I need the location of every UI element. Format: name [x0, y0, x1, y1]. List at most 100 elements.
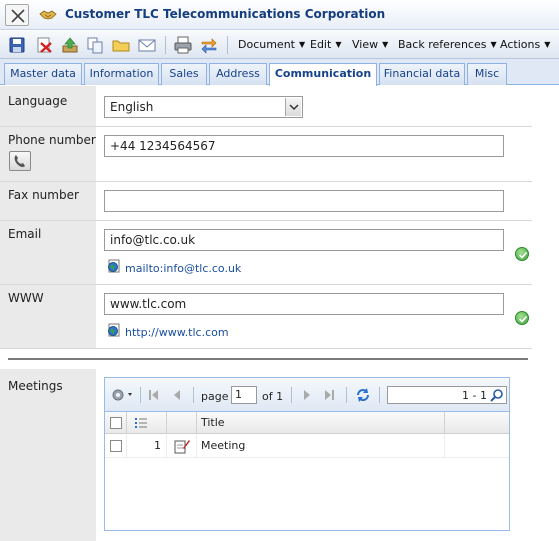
toolbar-separator: [291, 387, 292, 403]
toolbar-separator: [140, 387, 141, 403]
caret-down-icon: ▼: [544, 40, 551, 49]
tab-information[interactable]: Information: [84, 63, 159, 85]
select-all-checkbox[interactable]: [110, 417, 122, 429]
table-row[interactable]: 1 Meeting: [105, 435, 509, 458]
folder-icon[interactable]: [112, 36, 130, 54]
last-page-icon[interactable]: [323, 389, 335, 401]
tab-sales[interactable]: Sales: [161, 63, 207, 85]
caret-down-icon: ▼: [382, 40, 389, 49]
edit-note-icon[interactable]: [174, 438, 190, 454]
caret-down-icon: ▼: [299, 40, 306, 49]
save-icon[interactable]: [8, 36, 26, 54]
delete-icon[interactable]: [35, 36, 53, 54]
www-input[interactable]: www.tlc.com: [104, 293, 504, 315]
label-cell: Fax number: [0, 182, 96, 220]
select-column-header: [105, 412, 127, 433]
page-count-label: of 1: [262, 390, 284, 403]
label-cell: Phone number: [0, 127, 96, 181]
tab-misc[interactable]: Misc: [467, 63, 507, 85]
email-input[interactable]: info@tlc.co.uk: [104, 229, 504, 251]
dropdown-arrow-button[interactable]: [285, 98, 301, 116]
page-number-input[interactable]: 1: [231, 386, 257, 404]
row-select-cell: [105, 435, 127, 457]
previous-page-icon[interactable]: [171, 389, 183, 401]
title-column-label: Title: [201, 416, 225, 429]
globe-icon: [108, 259, 120, 273]
row-title: Meeting: [201, 439, 246, 452]
label-cell: Email: [0, 221, 96, 284]
document-menu[interactable]: Document ▼: [238, 38, 305, 51]
view-menu[interactable]: View ▼: [352, 38, 388, 51]
edit-menu[interactable]: Edit ▼: [310, 38, 341, 51]
row-checkbox[interactable]: [110, 440, 122, 452]
numbered-list-icon: [135, 418, 147, 428]
toolbar-separator: [165, 36, 166, 54]
page-label: page: [201, 390, 229, 403]
email-icon[interactable]: [138, 36, 156, 54]
next-page-icon[interactable]: [301, 389, 313, 401]
back-references-menu[interactable]: Back references ▼: [398, 38, 497, 51]
search-icon[interactable]: [490, 388, 504, 402]
row-number: 1: [154, 439, 161, 452]
actions-menu-label: Actions: [500, 38, 541, 51]
www-label: WWW: [8, 291, 44, 305]
tab-master-data[interactable]: Master data: [4, 63, 82, 85]
email-valid-icon: [515, 247, 529, 261]
tab-financial-data[interactable]: Financial data: [379, 63, 465, 85]
section-separator: [8, 358, 528, 360]
caret-down-icon: ▼: [490, 40, 497, 49]
language-label: Language: [8, 94, 68, 108]
grid-header: Title: [105, 412, 509, 434]
email-label: Email: [8, 227, 42, 241]
back-references-menu-label: Back references: [398, 38, 487, 51]
gear-icon: [112, 389, 132, 401]
toolbar-separator: [193, 387, 194, 403]
toolbar: Document ▼ Edit ▼ View ▼ Back references ▼ A…: [0, 31, 559, 59]
view-menu-label: View: [352, 38, 379, 51]
tab-bar: Master data Information Sales Address Co…: [0, 59, 559, 86]
meetings-label: Meetings: [8, 379, 63, 393]
tab-communication[interactable]: Communication: [269, 63, 377, 86]
www-valid-icon: [515, 311, 529, 325]
handshake-icon: [39, 10, 57, 20]
fax-label: Fax number: [8, 188, 79, 202]
label-cell: Meetings: [0, 369, 96, 541]
phone-label: Phone number: [8, 133, 96, 147]
grid-options-button[interactable]: [110, 387, 136, 403]
refresh-icon[interactable]: [355, 387, 371, 403]
title-bar: Customer TLC Telecommunications Corporat…: [0, 0, 559, 30]
caret-down-icon: ▼: [335, 40, 342, 49]
transfer-icon[interactable]: [200, 36, 218, 54]
row-icon-cell: [167, 435, 197, 457]
close-button[interactable]: [5, 4, 29, 26]
website-link[interactable]: http://www.tlc.com: [125, 326, 229, 339]
number-column-header[interactable]: [127, 412, 167, 433]
toolbar-separator: [227, 36, 228, 54]
tab-address[interactable]: Address: [209, 63, 267, 85]
window-title: Customer TLC Telecommunications Corporat…: [65, 7, 386, 21]
phone-icon: [14, 155, 25, 168]
right-margin: [532, 86, 559, 541]
phone-input[interactable]: +44 1234564567: [104, 135, 504, 157]
language-select[interactable]: English: [104, 96, 303, 118]
close-icon: [11, 9, 25, 23]
label-cell: WWW: [0, 285, 96, 348]
first-page-icon[interactable]: [148, 389, 160, 401]
label-cell: Language: [0, 86, 96, 126]
actions-menu[interactable]: Actions ▼: [500, 38, 550, 51]
mailto-link[interactable]: mailto:info@tlc.co.uk: [125, 262, 241, 275]
row-number-cell: 1: [127, 435, 167, 457]
call-button[interactable]: [9, 151, 31, 171]
print-icon[interactable]: [174, 36, 192, 54]
grid-range-label: 1 - 1: [462, 389, 487, 402]
copy-icon[interactable]: [86, 36, 104, 54]
grid-search-field[interactable]: 1 - 1: [387, 386, 507, 404]
upload-icon[interactable]: [61, 36, 79, 54]
toolbar-separator: [379, 387, 380, 403]
title-column-header[interactable]: Title: [197, 412, 445, 433]
edit-menu-label: Edit: [310, 38, 332, 51]
toolbar-separator: [346, 387, 347, 403]
document-menu-label: Document: [238, 38, 295, 51]
language-select-value: English: [110, 100, 154, 114]
fax-input[interactable]: [104, 190, 504, 212]
